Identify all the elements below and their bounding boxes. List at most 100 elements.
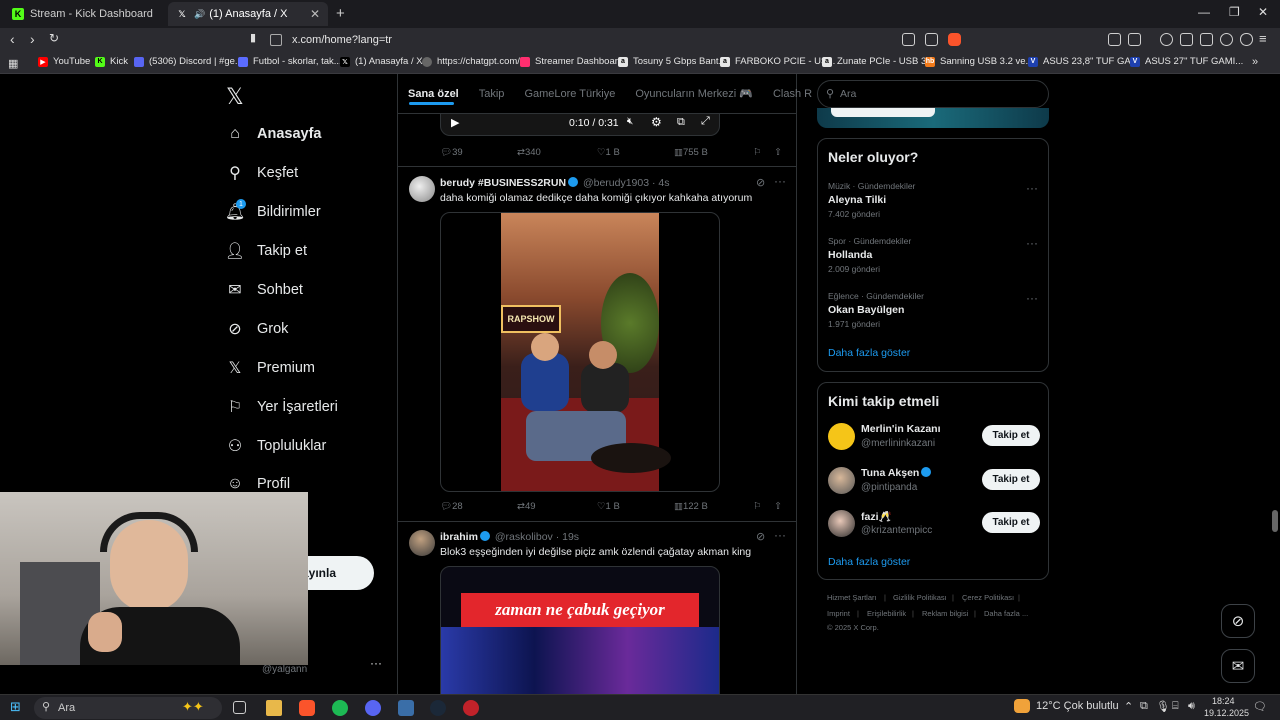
- browser-tab-x[interactable]: 𝕏 🔊 (1) Anasayfa / X ✕: [168, 2, 328, 26]
- footer-link[interactable]: Daha fazla ...: [984, 609, 1028, 618]
- screenshot-icon[interactable]: [1128, 33, 1141, 46]
- new-tab-button[interactable]: +: [336, 5, 345, 22]
- bookmark-asus-23[interactable]: V ASUS 23,8" TUF GA...: [1028, 56, 1139, 67]
- microphone-icon[interactable]: 🎙︎: [1156, 700, 1170, 713]
- tab-oyuncularin-merkezi[interactable]: Oyuncuların Merkezi 🎮: [635, 87, 753, 100]
- app-icon[interactable]: [398, 700, 414, 716]
- views-count[interactable]: ▥ 122 B: [674, 501, 708, 512]
- banner-button[interactable]: [831, 108, 935, 117]
- obs-icon[interactable]: [463, 700, 479, 716]
- minimize-button[interactable]: —: [1198, 5, 1210, 19]
- nav-grok[interactable]: ⊘ Grok: [226, 320, 288, 338]
- account-menu-icon[interactable]: ···: [370, 656, 382, 670]
- bookmark-streamer-dashboard[interactable]: Streamer Dashboard: [520, 56, 623, 67]
- grok-fab-button[interactable]: ⊘: [1221, 604, 1255, 638]
- nav-explore[interactable]: ⚲ Keşfet: [226, 164, 298, 182]
- discord-icon[interactable]: [365, 700, 381, 716]
- show-more-follow-link[interactable]: Daha fazla göster: [828, 556, 910, 568]
- close-tab-icon[interactable]: ✕: [310, 7, 320, 21]
- bookmark-discord[interactable]: (5306) Discord | #ge...: [134, 56, 243, 67]
- brave-icon[interactable]: [299, 700, 315, 716]
- like-button[interactable]: ♡ 1 B: [597, 501, 620, 512]
- task-view-icon[interactable]: [233, 701, 246, 714]
- tab-following[interactable]: Takip: [479, 88, 505, 100]
- tray-chevron-icon[interactable]: ⌃: [1124, 700, 1133, 713]
- url-bar[interactable]: x.com/home?lang=tr: [270, 30, 990, 50]
- more-icon[interactable]: ···: [1026, 291, 1038, 305]
- notifications-icon[interactable]: 🗨︎: [1253, 700, 1267, 713]
- cast-icon[interactable]: [902, 33, 915, 46]
- more-icon[interactable]: ···: [1026, 181, 1038, 195]
- sidebar-icon[interactable]: [1180, 33, 1193, 46]
- tab-for-you[interactable]: Sana özel: [408, 88, 459, 100]
- weather-text[interactable]: 12°C Çok bulutlu: [1036, 700, 1119, 712]
- tray-icon[interactable]: ⧉: [1140, 700, 1148, 713]
- restore-button[interactable]: ❐: [1229, 5, 1240, 19]
- windows-start-icon[interactable]: ⊞: [10, 699, 21, 715]
- repost-button[interactable]: ⇄ 340: [517, 147, 541, 158]
- trend-item[interactable]: Eğlence · Gündemdekiler Okan Bayülgen 1.…: [828, 291, 1040, 329]
- nav-profile[interactable]: ☺ Profil: [226, 475, 290, 493]
- popout-icon[interactable]: ⧉: [677, 116, 685, 129]
- premium-banner[interactable]: [817, 108, 1049, 128]
- extensions-icon[interactable]: [1108, 33, 1121, 46]
- media-icon[interactable]: [1160, 33, 1173, 46]
- share-icon[interactable]: ⇧: [774, 501, 782, 512]
- vpn-icon[interactable]: [1240, 33, 1253, 46]
- network-icon[interactable]: ⌸: [1172, 700, 1179, 713]
- tweet-author[interactable]: ibrahim: [440, 531, 478, 543]
- bookmark-zunate[interactable]: a Zunate PCIe - USB 3...: [822, 56, 934, 67]
- file-explorer-icon[interactable]: [266, 700, 282, 716]
- follow-button[interactable]: Takip et: [982, 512, 1040, 533]
- search-input[interactable]: ⚲ Ara: [817, 80, 1049, 108]
- bookmark-youtube[interactable]: ▶ YouTube: [38, 56, 90, 67]
- bookmark-farboko[interactable]: a FARBOKO PCIE - US...: [720, 56, 835, 67]
- reload-button[interactable]: ↻: [49, 31, 59, 45]
- bookmark-futbol[interactable]: Futbol - skorlar, tak...: [238, 56, 342, 67]
- footer-link[interactable]: Hizmet Şartları: [827, 593, 877, 602]
- avatar[interactable]: [409, 530, 435, 556]
- tab-gamelore[interactable]: GameLore Türkiye: [524, 88, 615, 100]
- taskbar-search[interactable]: ⚲ Ara ✦✦: [34, 697, 222, 719]
- show-more-trends-link[interactable]: Daha fazla göster: [828, 347, 910, 359]
- steam-icon[interactable]: [430, 700, 446, 716]
- wallet-icon[interactable]: [1200, 33, 1213, 46]
- messages-fab-button[interactable]: ✉: [1221, 649, 1255, 683]
- tweet-author[interactable]: berudy #BUSINESS2RUN: [440, 177, 566, 189]
- mute-icon[interactable]: 🔇︎: [627, 116, 633, 127]
- volume-icon[interactable]: 🔊︎: [1188, 700, 1195, 713]
- menu-icon[interactable]: ≡: [1259, 31, 1267, 46]
- site-info-icon[interactable]: [270, 34, 282, 46]
- share-icon[interactable]: ⇧: [774, 147, 782, 158]
- nav-follow[interactable]: 👤︎ Takip et: [225, 242, 307, 260]
- bookmark-asus-27[interactable]: V ASUS 27" TUF GAMI...: [1130, 56, 1243, 67]
- grok-icon[interactable]: ⊘: [756, 530, 765, 543]
- fullscreen-icon[interactable]: ⤢: [701, 115, 710, 128]
- x-logo-icon[interactable]: 𝕏: [226, 84, 244, 110]
- footer-link[interactable]: Imprint: [827, 609, 850, 618]
- nav-premium[interactable]: 𝕏 Premium: [226, 359, 315, 377]
- footer-link[interactable]: Gizlilik Politikası: [893, 593, 947, 602]
- footer-link[interactable]: Erişilebilirlik: [867, 609, 906, 618]
- trend-item[interactable]: Spor · Gündemdekiler Hollanda 2.009 gönd…: [828, 236, 1040, 274]
- forward-button[interactable]: ›: [30, 31, 35, 47]
- browser-tab-kick[interactable]: K Stream - Kick Dashboard: [4, 2, 164, 26]
- follow-button[interactable]: Takip et: [982, 469, 1040, 490]
- more-bookmarks-icon[interactable]: »: [1252, 56, 1258, 68]
- reply-button[interactable]: 💬︎ 39: [440, 147, 463, 158]
- repost-button[interactable]: ⇄ 49: [517, 501, 536, 512]
- bookmark-kick[interactable]: K Kick: [95, 56, 128, 67]
- clock-time[interactable]: 18:24: [1212, 696, 1235, 706]
- back-button[interactable]: ‹: [10, 31, 15, 47]
- tweet-video[interactable]: RAPSHOW: [440, 212, 720, 492]
- more-icon[interactable]: ···: [774, 174, 786, 188]
- apps-grid-icon[interactable]: ▦: [8, 57, 18, 70]
- trend-item[interactable]: Müzik · Gündemdekiler Aleyna Tilki 7.402…: [828, 181, 1040, 219]
- bookmark-icon[interactable]: ⚐: [753, 501, 762, 512]
- spotify-icon[interactable]: [332, 700, 348, 716]
- grok-icon[interactable]: ⊘: [756, 176, 765, 189]
- follow-button[interactable]: Takip et: [982, 425, 1040, 446]
- bookmark-tosuny[interactable]: a Tosuny 5 Gbps Bant...: [618, 56, 726, 67]
- play-icon[interactable]: ▶: [451, 116, 459, 129]
- close-window-button[interactable]: ✕: [1258, 5, 1268, 19]
